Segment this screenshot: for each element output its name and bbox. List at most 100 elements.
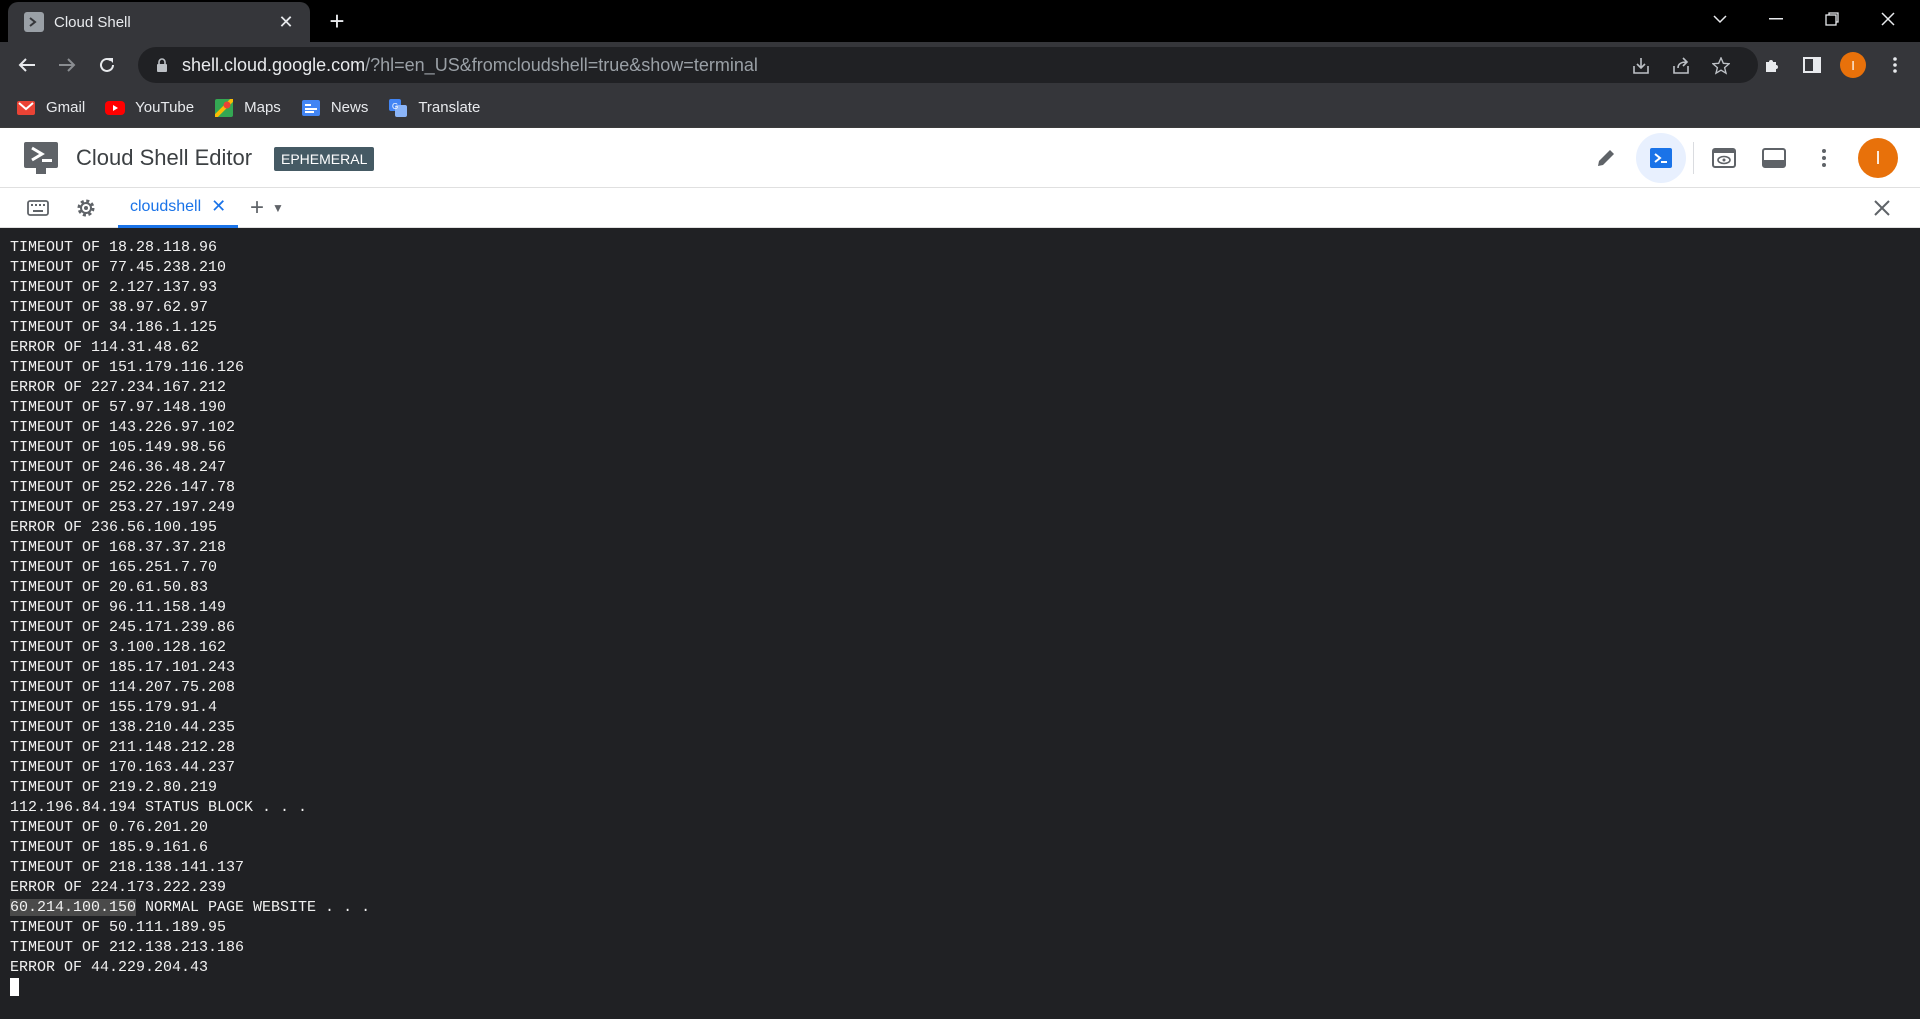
bookmark-news[interactable]: News — [301, 99, 369, 116]
url-path: /?hl=en_US&fromcloudshell=true&show=term… — [365, 54, 758, 75]
terminal-line: ERROR OF 227.234.167.212 — [10, 379, 227, 396]
cloud-shell-logo-icon[interactable] — [22, 140, 60, 176]
settings-gear-icon[interactable] — [74, 196, 98, 220]
browser-titlebar: Cloud Shell ✕ + — [0, 0, 1920, 42]
bookmark-youtube[interactable]: YouTube — [105, 99, 194, 116]
news-icon — [301, 99, 321, 116]
back-icon[interactable] — [12, 50, 42, 80]
terminal-line: TIMEOUT OF 252.226.147.78 — [10, 479, 236, 496]
close-tab-icon[interactable]: ✕ — [211, 196, 226, 217]
terminal-line: TIMEOUT OF 138.210.44.235 — [10, 719, 236, 736]
profile-initial: I — [1840, 52, 1866, 78]
app-title: Cloud Shell Editor — [76, 145, 253, 170]
bookmark-label: YouTube — [135, 99, 195, 116]
terminal-line: TIMEOUT OF 185.9.161.6 — [10, 839, 209, 856]
install-app-icon[interactable] — [1630, 55, 1652, 77]
bookmark-label: Translate — [418, 99, 481, 116]
terminal-toggle-icon[interactable] — [1636, 133, 1686, 183]
terminal-line: TIMEOUT OF 212.138.213.186 — [10, 939, 245, 956]
bookmark-gmail[interactable]: Gmail — [16, 99, 85, 116]
ephemeral-badge: EPHEMERAL — [274, 147, 375, 171]
address-bar[interactable]: shell.cloud.google.com/?hl=en_US&fromclo… — [138, 47, 1758, 83]
extensions-icon[interactable] — [1757, 50, 1787, 80]
maps-icon — [214, 98, 234, 117]
tab-close-icon[interactable]: ✕ — [276, 12, 296, 33]
terminal-tab-bar: cloudshell ✕ + ▼ — [0, 188, 1920, 228]
share-icon[interactable] — [1670, 55, 1692, 77]
terminal-line: TIMEOUT OF 218.138.141.137 — [10, 859, 245, 876]
reload-icon[interactable] — [92, 50, 122, 80]
terminal-line: TIMEOUT OF 151.179.116.126 — [10, 359, 245, 376]
terminal-line: TIMEOUT OF 2.127.137.93 — [10, 279, 218, 296]
terminal-prompt[interactable] — [10, 978, 1920, 998]
bookmarks-bar: Gmail YouTube Maps News G Translate — [0, 88, 1920, 128]
browser-tab[interactable]: Cloud Shell ✕ — [8, 2, 310, 42]
side-panel-icon[interactable] — [1797, 50, 1827, 80]
close-window-icon[interactable] — [1860, 0, 1916, 38]
keyboard-icon[interactable] — [26, 196, 50, 220]
terminal-line: TIMEOUT OF 0.76.201.20 — [10, 819, 209, 836]
account-avatar[interactable]: I — [1858, 138, 1898, 178]
terminal-cursor — [10, 978, 19, 997]
terminal-line: TIMEOUT OF 143.226.97.102 — [10, 419, 236, 436]
terminal-line: TIMEOUT OF 168.37.37.218 — [10, 539, 227, 556]
url-host: shell.cloud.google.com — [182, 54, 366, 75]
more-options-icon[interactable] — [1806, 140, 1842, 176]
terminal-line: TIMEOUT OF 50.111.189.95 — [10, 919, 227, 936]
app-header: Cloud Shell Editor EPHEMERAL I — [0, 128, 1920, 188]
svg-text:G: G — [392, 102, 398, 111]
tab-title: Cloud Shell — [54, 13, 131, 31]
tab-search-icon[interactable] — [1692, 0, 1748, 38]
edit-icon[interactable] — [1588, 140, 1624, 176]
lock-icon[interactable] — [152, 57, 172, 73]
terminal-line: TIMEOUT OF 219.2.80.219 — [10, 779, 218, 796]
terminal-line: TIMEOUT OF 185.17.101.243 — [10, 659, 236, 676]
minimize-icon[interactable] — [1748, 0, 1804, 38]
terminal-line: TIMEOUT OF 165.251.7.70 — [10, 559, 218, 576]
terminal-line: TIMEOUT OF 170.163.44.237 — [10, 759, 236, 776]
terminal-line: TIMEOUT OF 114.207.75.208 — [10, 679, 236, 696]
terminal-line: TIMEOUT OF 253.27.197.249 — [10, 499, 236, 516]
terminal-line: TIMEOUT OF 3.100.128.162 — [10, 639, 227, 656]
bookmark-star-icon[interactable] — [1710, 55, 1732, 77]
terminal-line: TIMEOUT OF 211.148.212.28 — [10, 739, 236, 756]
terminal-line: TIMEOUT OF 155.179.91.4 — [10, 699, 218, 716]
bookmark-translate[interactable]: G Translate — [388, 98, 481, 117]
terminal-line: ERROR OF 44.229.204.43 — [10, 959, 209, 976]
terminal-line: TIMEOUT OF 18.28.118.96 — [10, 239, 218, 256]
terminal-line: ERROR OF 224.173.222.239 — [10, 879, 227, 896]
restore-icon[interactable] — [1804, 0, 1860, 38]
web-preview-icon[interactable] — [1706, 140, 1742, 176]
chevron-down-icon: ▼ — [272, 201, 284, 215]
terminal-line: TIMEOUT OF 34.186.1.125 — [10, 319, 218, 336]
profile-avatar[interactable]: I — [1838, 50, 1868, 80]
terminal-line: 112.196.84.194 STATUS BLOCK . . . — [10, 799, 308, 816]
terminal-line: TIMEOUT OF 38.97.62.97 — [10, 299, 209, 316]
bookmark-maps[interactable]: Maps — [214, 98, 281, 117]
bookmark-label: News — [330, 99, 369, 116]
terminal-line: TIMEOUT OF 96.11.158.149 — [10, 599, 227, 616]
gmail-icon — [16, 100, 36, 116]
terminal-line: TIMEOUT OF 246.36.48.247 — [10, 459, 227, 476]
terminal-line: TIMEOUT OF 245.171.239.86 — [10, 619, 236, 636]
youtube-icon — [105, 100, 126, 116]
browser-menu-icon[interactable] — [1880, 50, 1910, 80]
terminal-line: TIMEOUT OF 77.45.238.210 — [10, 259, 227, 276]
tab-cloudshell[interactable]: cloudshell ✕ — [118, 188, 239, 228]
forward-icon[interactable] — [52, 50, 82, 80]
terminal-line-selected: 60.214.100.150 NORMAL PAGE WEBSITE . . . — [10, 898, 1920, 918]
add-terminal-tab-button[interactable]: + ▼ — [250, 194, 284, 221]
terminal-tab-label: cloudshell — [130, 197, 202, 215]
header-divider — [1693, 142, 1694, 174]
terminal-line: TIMEOUT OF 20.61.50.83 — [10, 579, 209, 596]
terminal-line: ERROR OF 114.31.48.62 — [10, 339, 200, 356]
terminal-line: TIMEOUT OF 57.97.148.190 — [10, 399, 227, 416]
close-terminal-panel-icon[interactable] — [1870, 196, 1894, 220]
new-tab-button[interactable]: + — [322, 6, 352, 36]
terminal-output[interactable]: TIMEOUT OF 18.28.118.96 TIMEOUT OF 77.45.… — [0, 228, 1920, 1019]
plus-icon: + — [250, 194, 265, 221]
bookmark-label: Maps — [244, 99, 281, 116]
panel-layout-icon[interactable] — [1756, 140, 1792, 176]
terminal-line: TIMEOUT OF 105.149.98.56 — [10, 439, 227, 456]
browser-toolbar: shell.cloud.google.com/?hl=en_US&fromclo… — [0, 42, 1920, 88]
